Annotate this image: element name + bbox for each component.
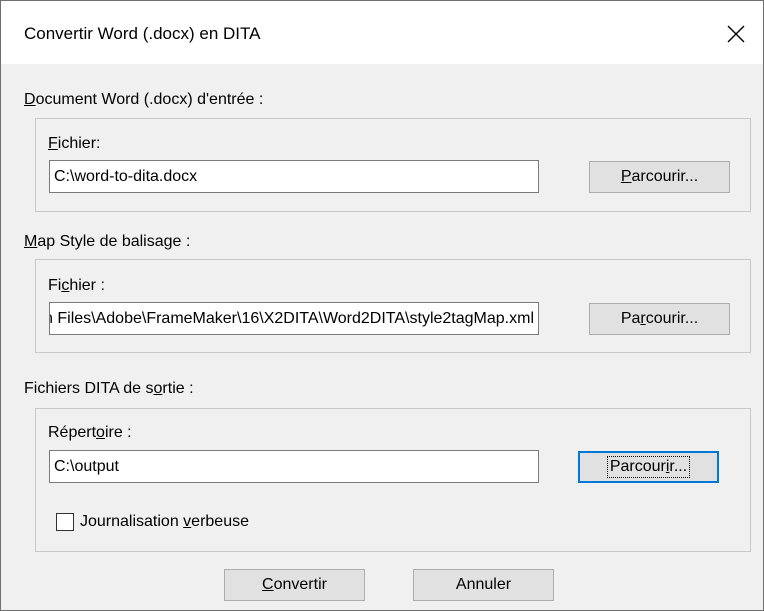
input-file-label: Fichier: <box>48 135 101 152</box>
map-group: Fichier : C:\Program Files\Adobe\FrameMa… <box>35 259 751 353</box>
output-section-label: Fichiers DITA de sortie : <box>24 380 194 397</box>
output-dir-field[interactable]: C:\output <box>49 450 539 483</box>
convert-button[interactable]: Convertir <box>224 569 365 601</box>
dialog-window: Convertir Word (.docx) en DITA Document … <box>0 0 764 611</box>
map-file-label: Fichier : <box>48 277 105 294</box>
map-browse-button[interactable]: Parcourir... <box>589 303 730 335</box>
output-dir-label: Répertoire : <box>48 424 132 441</box>
verbose-logging-label: Journalisation verbeuse <box>80 513 249 530</box>
dialog-title: Convertir Word (.docx) en DITA <box>24 24 261 43</box>
input-browse-button[interactable]: Parcourir... <box>589 161 730 193</box>
cancel-button[interactable]: Annuler <box>413 569 554 601</box>
input-section-label: Document Word (.docx) d'entrée : <box>24 91 264 108</box>
input-group: Fichier: C:\word-to-dita.docx Parcourir.… <box>35 118 751 212</box>
map-file-value: C:\Program Files\Adobe\FrameMaker\16\X2D… <box>50 310 534 327</box>
output-browse-button[interactable]: Parcourir... <box>578 451 719 483</box>
close-button[interactable] <box>716 14 756 54</box>
map-section-label: Map Style de balisage : <box>24 233 191 250</box>
verbose-logging-checkbox[interactable] <box>56 513 74 531</box>
verbose-logging-option[interactable]: Journalisation verbeuse <box>56 513 249 531</box>
map-file-field[interactable]: C:\Program Files\Adobe\FrameMaker\16\X2D… <box>49 302 539 335</box>
input-file-field[interactable]: C:\word-to-dita.docx <box>49 160 539 193</box>
title-bar: Convertir Word (.docx) en DITA <box>1 1 763 64</box>
output-group: Répertoire : C:\output Parcourir... Jour… <box>35 408 751 552</box>
close-icon <box>727 25 745 43</box>
